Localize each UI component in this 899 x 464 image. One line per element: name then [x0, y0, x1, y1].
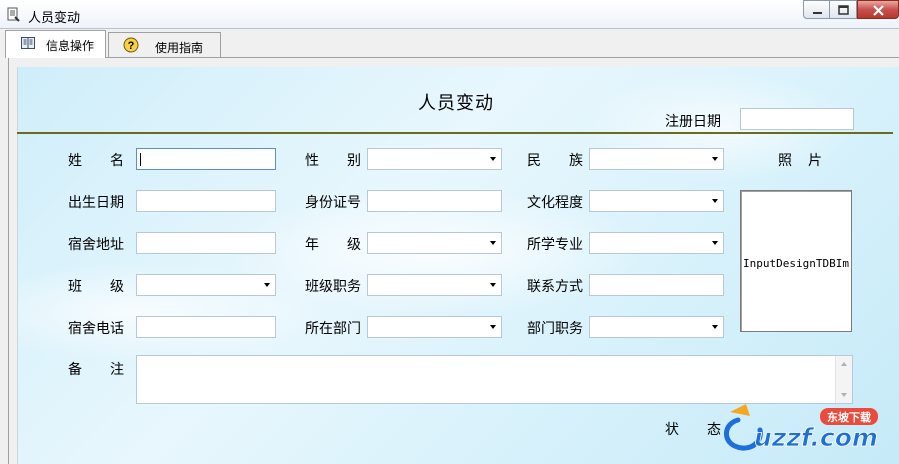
tab-strip: 信息操作 ? 使用指南 [0, 29, 899, 58]
maximize-button[interactable] [830, 0, 857, 19]
tab-usage-guide-label: 使用指南 [155, 41, 204, 55]
book-icon [21, 37, 35, 49]
watermark-badge-text: 东坡下载 [827, 410, 871, 424]
remarks-textarea[interactable] [136, 355, 853, 404]
close-icon [873, 5, 884, 16]
major-label: 所学专业 [527, 237, 583, 253]
birth-date-input[interactable] [136, 190, 276, 212]
photo-placeholder-text: InputDesignTDBIm [743, 257, 849, 270]
birth-date-label: 出生日期 [68, 195, 124, 211]
text-caret [140, 153, 141, 166]
dept-position-select[interactable] [589, 316, 724, 338]
tab-info-operation[interactable]: 信息操作 [5, 30, 106, 58]
dorm-address-label: 宿舍地址 [68, 237, 124, 253]
dropdown-arrow-icon [490, 325, 496, 329]
dropdown-arrow-icon [490, 157, 496, 161]
class-position-select[interactable] [367, 274, 502, 296]
svg-text:?: ? [128, 40, 135, 52]
close-button[interactable] [857, 0, 899, 19]
ethnicity-select[interactable] [589, 148, 724, 170]
scroll-up-icon[interactable] [841, 362, 847, 366]
help-icon: ? [123, 37, 139, 53]
dropdown-arrow-icon [712, 241, 718, 245]
watermark-text: uzzf.com [754, 423, 878, 452]
dropdown-arrow-icon [712, 199, 718, 203]
minimize-button[interactable] [803, 0, 830, 19]
dropdown-arrow-icon [712, 157, 718, 161]
class-position-label: 班级职务 [305, 279, 361, 295]
major-select[interactable] [589, 232, 724, 254]
department-select[interactable] [367, 316, 502, 338]
dropdown-arrow-icon [264, 283, 270, 287]
form-title: 人员变动 [418, 93, 494, 114]
title-bar: 人员变动 [0, 0, 899, 29]
scroll-down-icon[interactable] [841, 393, 847, 397]
tab-usage-guide[interactable]: ? 使用指南 [108, 32, 221, 57]
class-select[interactable] [136, 274, 276, 296]
contact-label: 联系方式 [527, 279, 583, 295]
id-number-label: 身份证号 [305, 195, 361, 211]
maximize-icon [838, 5, 849, 15]
dorm-phone-input[interactable] [136, 316, 276, 338]
tab-info-operation-label: 信息操作 [46, 39, 95, 53]
remarks-scrollbar[interactable] [835, 356, 852, 403]
photo-image-box[interactable]: InputDesignTDBIm [740, 190, 852, 332]
minimize-icon [813, 12, 822, 14]
id-number-input[interactable] [367, 190, 502, 212]
gender-select[interactable] [367, 148, 502, 170]
photo-label: 照片 [778, 153, 838, 169]
app-icon [7, 7, 20, 22]
education-select[interactable] [589, 190, 724, 212]
register-date-label: 注册日期 [665, 114, 721, 130]
register-date-field[interactable] [740, 108, 854, 130]
dropdown-arrow-icon [490, 283, 496, 287]
uzzf-watermark-logo: 东坡下载 uzzf.com [724, 404, 878, 452]
dropdown-arrow-icon [490, 241, 496, 245]
education-label: 文化程度 [527, 195, 583, 211]
name-input[interactable] [136, 148, 276, 170]
dropdown-arrow-icon [712, 325, 718, 329]
header-divider [17, 132, 893, 134]
window-title: 人员变动 [28, 11, 81, 26]
contact-input[interactable] [589, 274, 724, 296]
dorm-phone-label: 宿舍电话 [68, 321, 124, 337]
grade-select[interactable] [367, 232, 502, 254]
dorm-address-input[interactable] [136, 232, 276, 254]
dept-position-label: 部门职务 [527, 321, 583, 337]
department-label: 所在部门 [305, 321, 361, 337]
